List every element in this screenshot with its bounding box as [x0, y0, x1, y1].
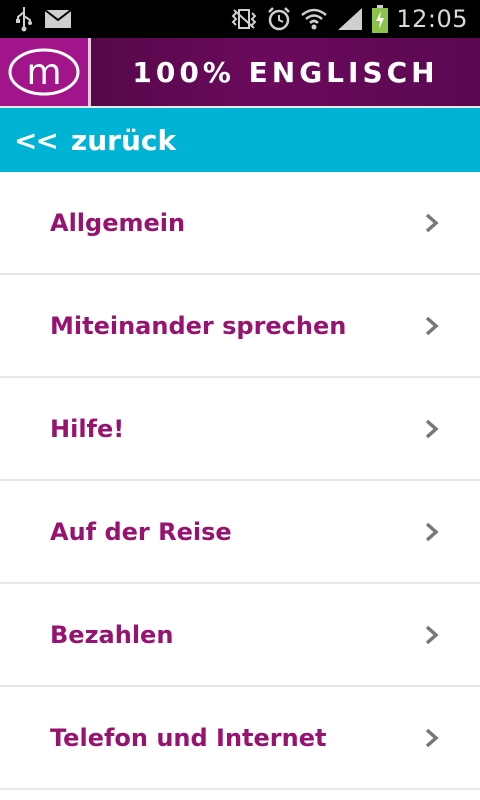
- list-item-hilfe[interactable]: Hilfe!: [0, 378, 480, 481]
- chevron-right-icon: [425, 728, 439, 747]
- status-bar: 12:05: [0, 0, 480, 38]
- list-item-label: Auf der Reise: [50, 517, 232, 546]
- chevron-right-icon: [425, 419, 439, 438]
- chevron-right-icon: [425, 316, 439, 335]
- list-item-auf-der-reise[interactable]: Auf der Reise: [0, 481, 480, 584]
- back-label: zurück: [70, 123, 177, 157]
- list-item-label: Telefon und Internet: [50, 723, 327, 752]
- wifi-icon: [300, 7, 328, 31]
- chevron-right-icon: [425, 213, 439, 232]
- list-item-miteinander-sprechen[interactable]: Miteinander sprechen: [0, 275, 480, 378]
- chevron-right-icon: [425, 625, 439, 644]
- list-item-label: Miteinander sprechen: [50, 311, 347, 340]
- back-button[interactable]: << zurück: [0, 108, 480, 172]
- category-list: Allgemein Miteinander sprechen Hilfe! Au…: [0, 172, 480, 790]
- list-item-telefon-und-internet[interactable]: Telefon und Internet: [0, 687, 480, 790]
- clock: 12:05: [396, 5, 468, 33]
- app-logo: m: [0, 38, 91, 106]
- signal-icon: [336, 6, 364, 32]
- vibrate-icon: [230, 8, 258, 30]
- alarm-icon: [266, 6, 292, 32]
- app-header: m 100% ENGLISCH: [0, 38, 480, 108]
- list-item-label: Hilfe!: [50, 414, 125, 443]
- list-item-allgemein[interactable]: Allgemein: [0, 172, 480, 275]
- logo-letter: m: [26, 52, 61, 93]
- usb-icon: [14, 6, 34, 32]
- list-item-bezahlen[interactable]: Bezahlen: [0, 584, 480, 687]
- chevron-right-icon: [425, 522, 439, 541]
- back-chevron-icon: <<: [14, 123, 59, 157]
- list-item-label: Allgemein: [50, 208, 186, 237]
- list-item-label: Bezahlen: [50, 620, 174, 649]
- mail-icon: [44, 9, 72, 29]
- battery-charging-icon: [372, 5, 389, 33]
- page-title: 100% ENGLISCH: [132, 55, 439, 89]
